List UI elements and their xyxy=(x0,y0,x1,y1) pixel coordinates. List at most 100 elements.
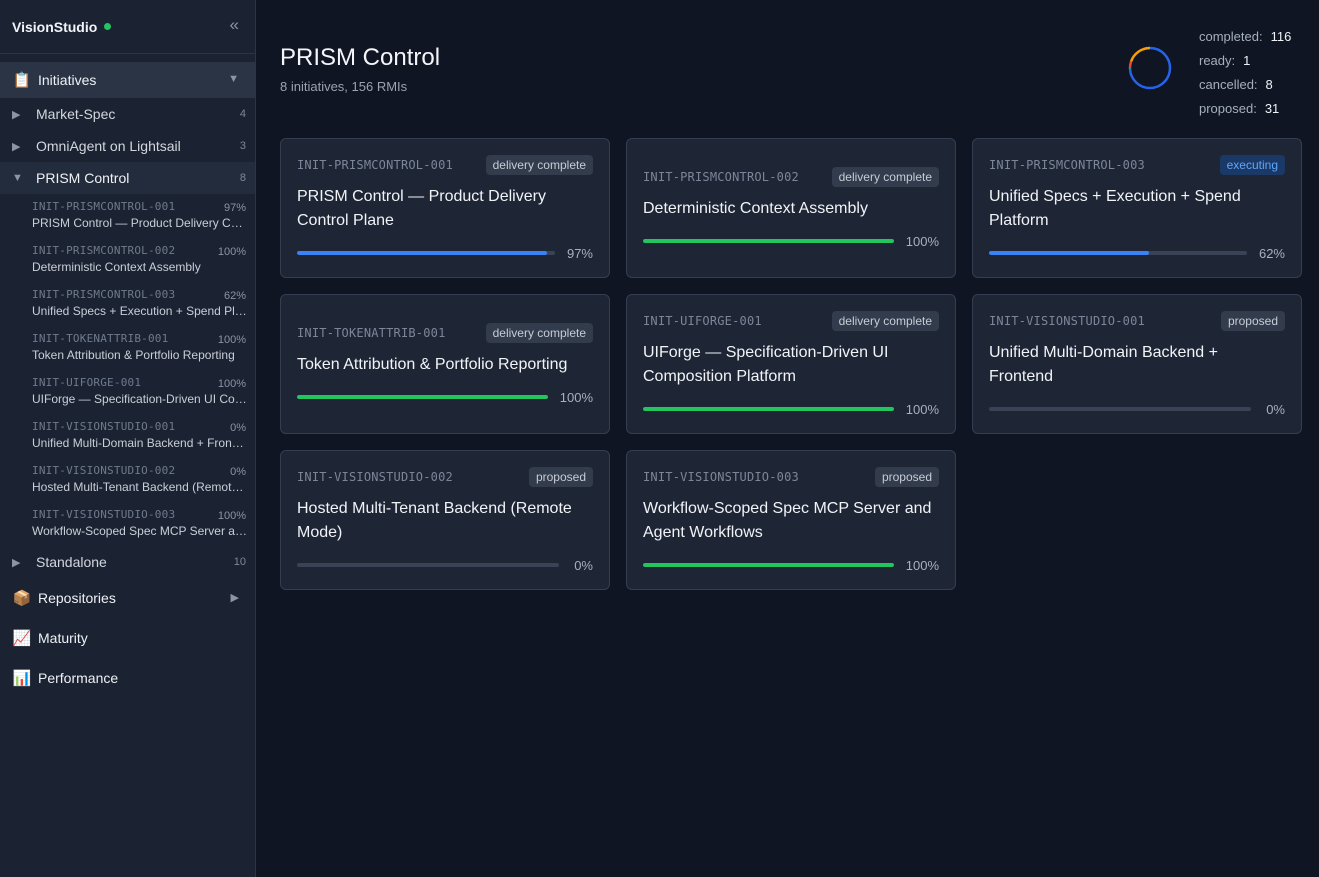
progress-fill xyxy=(297,251,548,255)
stat-label: ready: xyxy=(1199,52,1236,68)
progress-percent: 0% xyxy=(1266,401,1285,417)
nav-repositories-label: Repositories xyxy=(38,590,116,606)
tree-group-prism-control[interactable]: ▼ PRISM Control 8 xyxy=(0,162,255,194)
status-stats: completed: 116 ready: 1 cancelled: 8 pro… xyxy=(1199,24,1291,120)
progress-fill xyxy=(643,239,894,243)
initiative-id: INIT-TOKENATTRIB-001 xyxy=(32,332,169,345)
progress-row: 0% xyxy=(297,555,593,575)
status-badge: proposed xyxy=(1220,311,1285,331)
progress-percent: 100% xyxy=(559,389,593,405)
nav-performance[interactable]: 📊 Performance xyxy=(0,658,255,698)
initiative-id: INIT-UIFORGE-001 xyxy=(32,376,142,389)
initiative-card[interactable]: INIT-TOKENATTRIB-001 delivery complete Tok… xyxy=(280,294,610,434)
bar-chart-icon: 📊 xyxy=(12,670,32,687)
card-initiative-id: INIT-VISIONSTUDIO-001 xyxy=(989,314,1145,328)
tree-group-label: Market-Spec xyxy=(36,106,116,122)
progress-percent: 100% xyxy=(905,401,939,417)
initiative-title: PRISM Control — Product Delivery Control… xyxy=(32,216,247,230)
initiative-list-item[interactable]: INIT-UIFORGE-001 100% UIForge — Specificat… xyxy=(0,370,255,414)
caret-right-icon: ▶ xyxy=(12,556,21,569)
app-name: VisionStudio xyxy=(12,18,98,35)
card-header: INIT-VISIONSTUDIO-002 proposed xyxy=(297,465,593,489)
initiative-percent: 62% xyxy=(223,290,246,302)
initiative-card[interactable]: INIT-PRISMCONTROL-001 delivery complete PR… xyxy=(280,138,610,278)
progress-fill xyxy=(643,563,894,567)
card-title: Deterministic Context Assembly xyxy=(643,200,868,217)
progress-percent: 62% xyxy=(1258,245,1285,261)
tree-group-label: PRISM Control xyxy=(36,170,130,186)
initiative-card[interactable]: INIT-UIFORGE-001 delivery complete UIForge… xyxy=(626,294,956,434)
progress-track xyxy=(643,239,894,243)
initiative-list-item[interactable]: INIT-VISIONSTUDIO-001 0% Unified Multi-Dom… xyxy=(0,414,255,458)
stat-label: cancelled: xyxy=(1199,76,1258,92)
progress-track xyxy=(643,563,894,567)
card-title: PRISM Control — Product Delivery Control… xyxy=(297,188,546,229)
chart-increasing-icon: 📈 xyxy=(12,630,32,647)
progress-percent: 100% xyxy=(905,557,939,573)
initiative-percent: 100% xyxy=(217,334,246,346)
initiative-title: Unified Multi-Domain Backend + Frontend xyxy=(32,436,247,450)
nav-initiatives[interactable]: 📋 Initiatives ▼ xyxy=(0,62,255,98)
tree-group-standalone[interactable]: ▶ Standalone 10 xyxy=(0,546,255,578)
progress-percent: 0% xyxy=(574,557,593,573)
initiative-list-item[interactable]: INIT-TOKENATTRIB-001 100% Token Attributio… xyxy=(0,326,255,370)
stat-label: completed: xyxy=(1199,28,1263,44)
card-header: INIT-TOKENATTRIB-001 delivery complete xyxy=(297,321,593,345)
initiative-list-item[interactable]: INIT-PRISMCONTROL-001 97% PRISM Control — … xyxy=(0,194,255,238)
initiative-percent: 100% xyxy=(217,378,246,390)
collapse-sidebar-icon[interactable]: « xyxy=(230,15,239,35)
initiative-title: UIForge — Specification-Driven UI Compos… xyxy=(32,392,247,406)
clipboard-icon: 📋 xyxy=(12,72,32,89)
nav-maturity[interactable]: 📈 Maturity xyxy=(0,618,255,658)
package-icon: 📦 xyxy=(12,590,32,607)
nav-repositories[interactable]: 📦 Repositories ▶ xyxy=(0,578,255,618)
stat-value: 116 xyxy=(1270,28,1292,44)
progress-track xyxy=(297,251,555,255)
initiative-percent: 100% xyxy=(217,510,246,522)
stat-value: 31 xyxy=(1264,100,1280,116)
initiative-card[interactable]: INIT-PRISMCONTROL-002 delivery complete De… xyxy=(626,138,956,278)
initiative-list-item[interactable]: INIT-VISIONSTUDIO-003 100% Workflow-Scoped… xyxy=(0,502,255,546)
tree-group-omniagent[interactable]: ▶ OmniAgent on Lightsail 3 xyxy=(0,130,255,162)
tree-group-market-spec[interactable]: ▶ Market-Spec 4 xyxy=(0,98,255,130)
nav-initiatives-label: Initiatives xyxy=(38,72,97,88)
initiative-card[interactable]: INIT-VISIONSTUDIO-003 proposed Workflow-Sc… xyxy=(626,450,956,590)
tree-group-label: OmniAgent on Lightsail xyxy=(36,138,181,154)
progress-track xyxy=(989,251,1247,255)
tree-group-count: 8 xyxy=(239,172,246,184)
main-content: PRISM Control 8 initiatives, 156 RMIs co… xyxy=(257,0,1319,877)
progress-row: 62% xyxy=(989,243,1285,263)
initiative-id: INIT-PRISMCONTROL-001 xyxy=(32,200,176,213)
stat-proposed: proposed: 31 xyxy=(1199,96,1291,120)
initiative-id: INIT-VISIONSTUDIO-003 xyxy=(32,508,176,521)
tree-group-count: 10 xyxy=(233,556,246,568)
progress-row: 97% xyxy=(297,243,593,263)
initiative-title: Token Attribution & Portfolio Reporting xyxy=(32,348,235,362)
initiative-card[interactable]: INIT-VISIONSTUDIO-002 proposed Hosted Mult… xyxy=(280,450,610,590)
initiative-list-item[interactable]: INIT-PRISMCONTROL-003 62% Unified Specs + … xyxy=(0,282,255,326)
initiative-id: INIT-VISIONSTUDIO-002 xyxy=(32,464,176,477)
card-title: Workflow-Scoped Spec MCP Server and Agen… xyxy=(643,500,932,541)
progress-track xyxy=(643,407,894,411)
stat-ready: ready: 1 xyxy=(1199,48,1291,72)
tree-group-count: 4 xyxy=(239,108,246,120)
status-badge: delivery complete xyxy=(831,311,939,331)
initiative-card[interactable]: INIT-VISIONSTUDIO-001 proposed Unified Mul… xyxy=(972,294,1302,434)
stat-value: 8 xyxy=(1265,76,1273,92)
stat-label: proposed: xyxy=(1199,100,1257,116)
nav-maturity-label: Maturity xyxy=(38,630,88,646)
card-title: Unified Multi-Domain Backend + Frontend xyxy=(989,344,1218,385)
tree-group-label: Standalone xyxy=(36,554,107,570)
initiative-id: INIT-VISIONSTUDIO-001 xyxy=(32,420,176,433)
progress-row: 0% xyxy=(989,399,1285,419)
card-header: INIT-PRISMCONTROL-001 delivery complete xyxy=(297,153,593,177)
initiative-list-item[interactable]: INIT-PRISMCONTROL-002 100% Deterministic C… xyxy=(0,238,255,282)
page-title: PRISM Control xyxy=(280,44,441,71)
card-initiative-id: INIT-PRISMCONTROL-001 xyxy=(297,158,453,172)
card-initiative-id: INIT-VISIONSTUDIO-002 xyxy=(297,470,453,484)
brand-header: VisionStudio « xyxy=(0,0,255,54)
initiative-list-item[interactable]: INIT-VISIONSTUDIO-002 0% Hosted Multi-Tena… xyxy=(0,458,255,502)
card-initiative-id: INIT-PRISMCONTROL-002 xyxy=(643,170,799,184)
caret-right-icon: ▶ xyxy=(12,108,21,121)
initiative-card[interactable]: INIT-PRISMCONTROL-003 executing Unified Sp… xyxy=(972,138,1302,278)
